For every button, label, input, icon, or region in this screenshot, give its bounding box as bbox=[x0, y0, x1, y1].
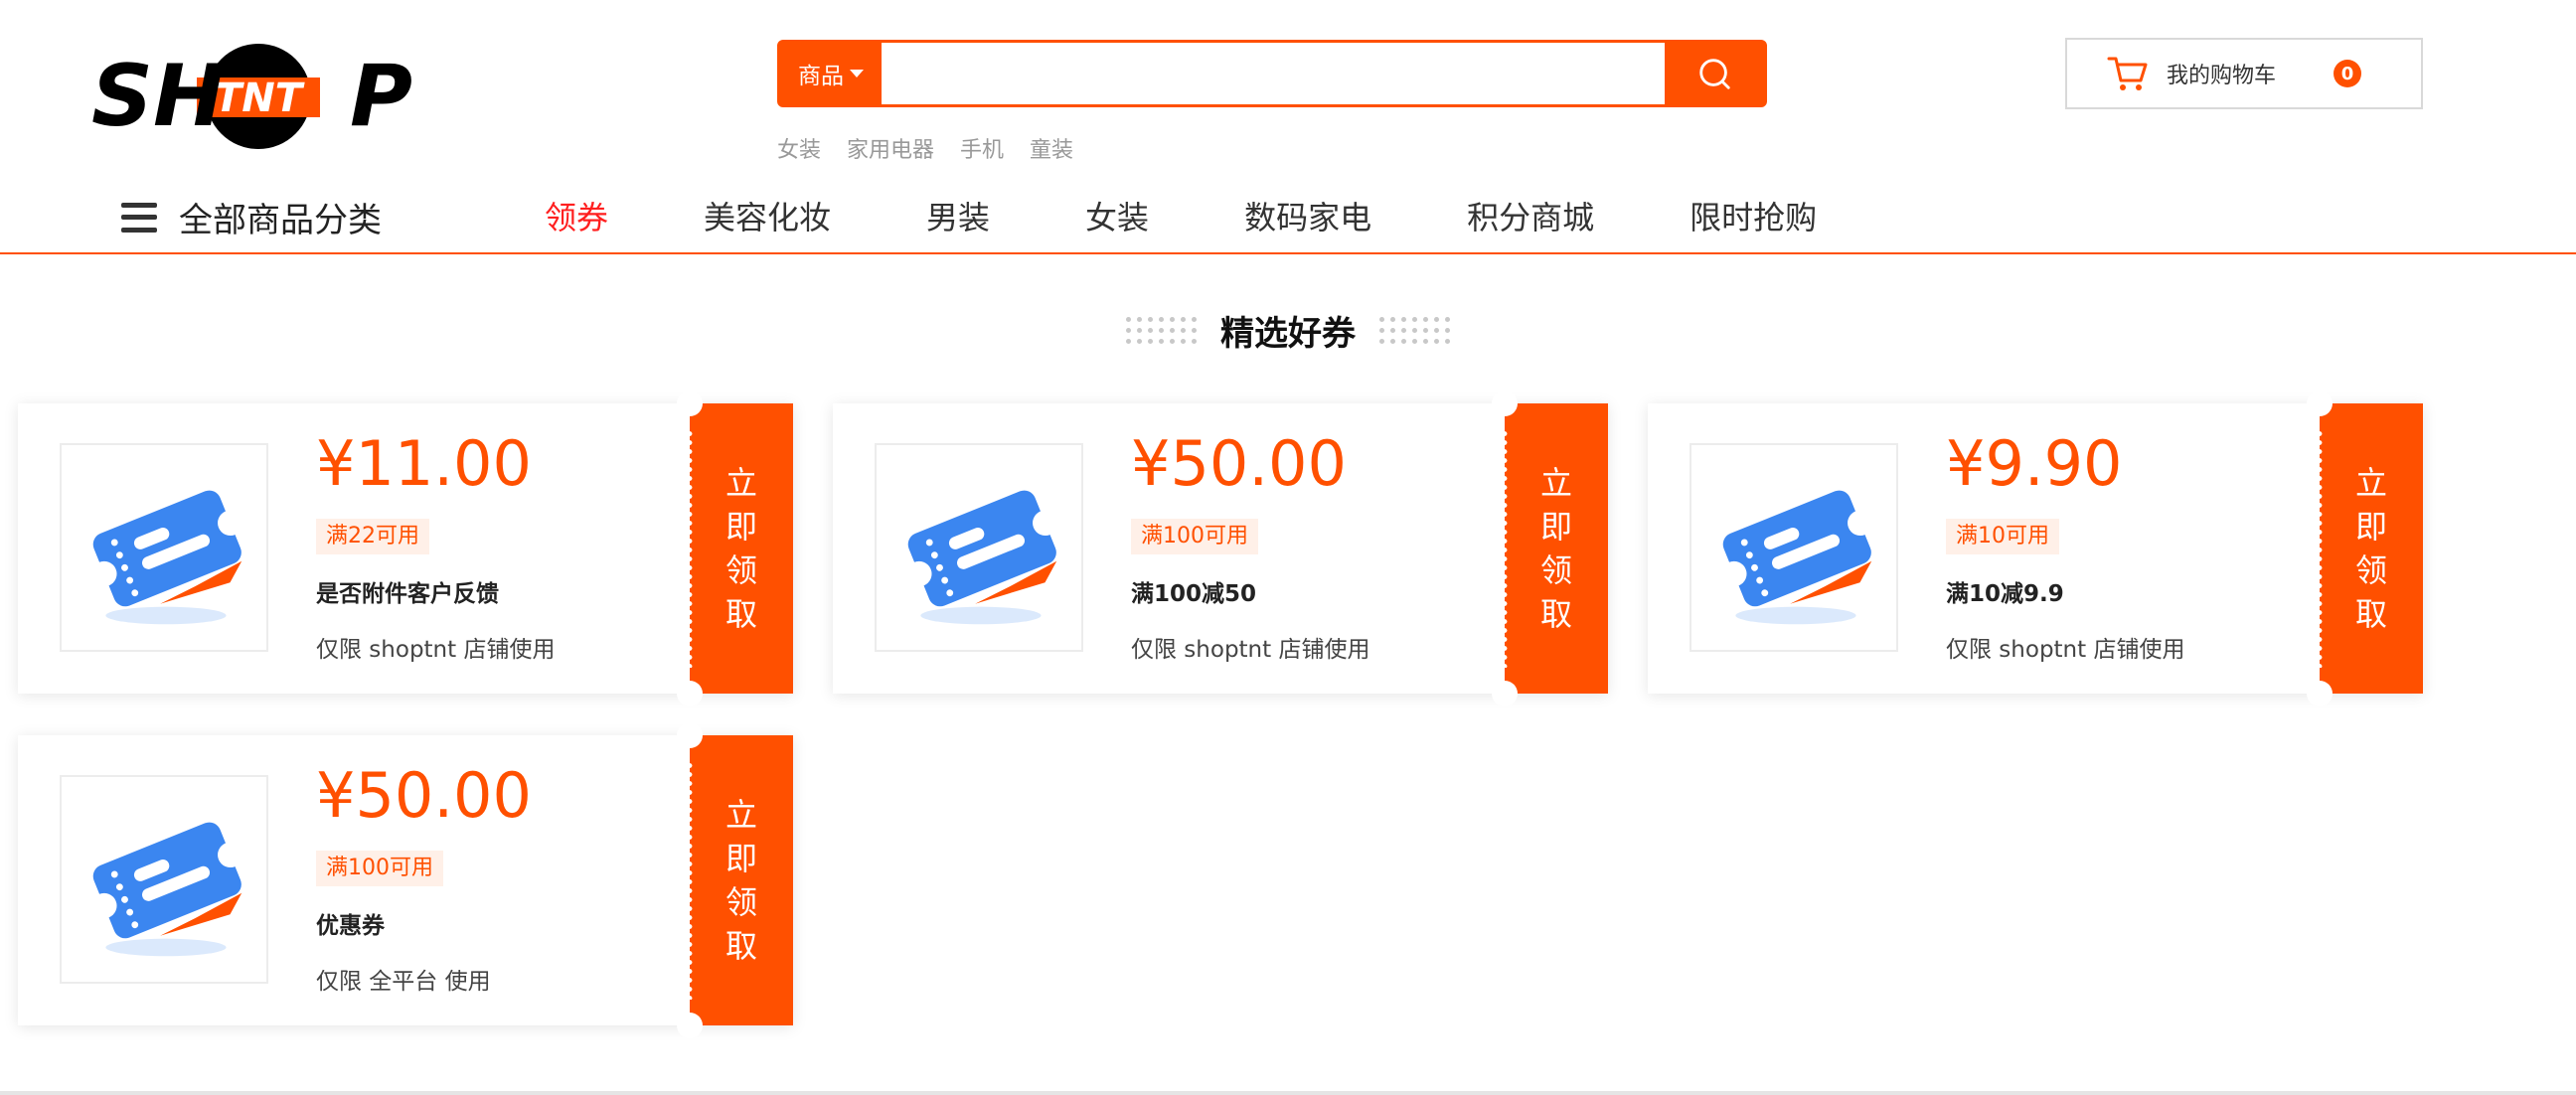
all-categories-label: 全部商品分类 bbox=[179, 201, 382, 240]
nav-link-beauty[interactable]: 美容化妆 bbox=[704, 193, 831, 238]
hot-word-link[interactable]: 手机 bbox=[960, 132, 1004, 164]
hamburger-icon bbox=[121, 202, 157, 233]
coupon-card: ¥9.90 满10可用 满10减9.9 仅限 shoptnt 店铺使用 立即领取 bbox=[1648, 391, 2423, 706]
claim-coupon-label: 立即领取 bbox=[1539, 464, 1572, 633]
coupon-condition-badge: 满100可用 bbox=[316, 851, 443, 886]
nav-link-digital[interactable]: 数码家电 bbox=[1244, 193, 1371, 238]
cart-count-badge: 0 bbox=[2334, 60, 2362, 87]
svg-text:P: P bbox=[350, 47, 412, 146]
coupon-image bbox=[60, 443, 268, 652]
claim-coupon-label: 立即领取 bbox=[2354, 464, 2387, 633]
claim-coupon-button[interactable]: 立即领取 bbox=[677, 722, 793, 1038]
coupon-name: 满10减9.9 bbox=[1946, 581, 2064, 607]
claim-coupon-button[interactable]: 立即领取 bbox=[1492, 391, 1608, 706]
claim-coupon-label: 立即领取 bbox=[724, 796, 757, 965]
coupon-amount: ¥11.00 bbox=[316, 427, 532, 500]
page-bottom-border bbox=[0, 1091, 2576, 1095]
coupon-card: ¥50.00 满100可用 满100减50 仅限 shoptnt 店铺使用 立即… bbox=[833, 391, 1608, 706]
search-category-select[interactable]: 商品 bbox=[780, 43, 882, 104]
coupon-amount: ¥50.00 bbox=[316, 759, 532, 832]
coupon-name: 是否附件客户反馈 bbox=[316, 581, 499, 607]
section-title: 精选好券 bbox=[1220, 313, 1356, 354]
search-button[interactable] bbox=[1665, 43, 1764, 104]
ticket-icon bbox=[91, 490, 243, 625]
hot-word-link[interactable]: 童装 bbox=[1030, 132, 1073, 164]
nav-link-flash-sale[interactable]: 限时抢购 bbox=[1690, 193, 1817, 238]
coupon-image bbox=[1690, 443, 1898, 652]
hot-word-link[interactable]: 家用电器 bbox=[847, 132, 934, 164]
cart-button[interactable]: 我的购物车 0 bbox=[2065, 38, 2423, 109]
coupon-condition-badge: 满100可用 bbox=[1131, 519, 1258, 554]
coupon-scope: 仅限 shoptnt 店铺使用 bbox=[316, 637, 556, 663]
all-categories-button[interactable]: 全部商品分类 bbox=[121, 193, 382, 241]
svg-text:SH: SH bbox=[91, 47, 225, 146]
coupon-amount: ¥50.00 bbox=[1131, 427, 1347, 500]
site-logo[interactable]: TNT SH P bbox=[89, 42, 427, 151]
hot-search-words: 女装 家用电器 手机 童装 bbox=[777, 132, 1073, 164]
claim-coupon-button[interactable]: 立即领取 bbox=[677, 391, 793, 706]
coupon-image bbox=[60, 775, 268, 984]
claim-coupon-label: 立即领取 bbox=[724, 464, 757, 633]
nav-link-points-mall[interactable]: 积分商城 bbox=[1467, 193, 1594, 238]
caret-down-icon bbox=[850, 70, 864, 78]
search-category-label: 商品 bbox=[798, 64, 844, 89]
ticket-icon bbox=[906, 490, 1058, 625]
coupon-amount: ¥9.90 bbox=[1946, 427, 2123, 500]
nav-link-coupons[interactable]: 领券 bbox=[545, 193, 608, 238]
nav-link-men[interactable]: 男装 bbox=[926, 193, 990, 238]
coupon-card: ¥50.00 满100可用 优惠券 仅限 全平台 使用 立即领取 bbox=[18, 722, 793, 1038]
nav-links: 领券 美容化妆 男装 女装 数码家电 积分商城 限时抢购 bbox=[545, 193, 1912, 238]
coupon-name: 满100减50 bbox=[1131, 581, 1257, 607]
coupon-condition-badge: 满22可用 bbox=[316, 519, 429, 554]
coupon-scope: 仅限 shoptnt 店铺使用 bbox=[1131, 637, 1370, 663]
cart-label: 我的购物车 bbox=[2167, 64, 2277, 88]
section-header: 精选好券 bbox=[0, 304, 2576, 356]
logo-graphic: TNT SH P bbox=[91, 44, 412, 149]
coupon-name: 优惠券 bbox=[316, 913, 385, 939]
coupon-scope: 仅限 shoptnt 店铺使用 bbox=[1946, 637, 2185, 663]
coupon-image bbox=[875, 443, 1083, 652]
search-input[interactable] bbox=[882, 43, 1665, 104]
nav-link-women[interactable]: 女装 bbox=[1085, 193, 1149, 238]
claim-coupon-button[interactable]: 立即领取 bbox=[2307, 391, 2423, 706]
coupon-card: ¥11.00 满22可用 是否附件客户反馈 仅限 shoptnt 店铺使用 立即… bbox=[18, 391, 793, 706]
cart-icon bbox=[2107, 57, 2148, 90]
coupon-condition-badge: 满10可用 bbox=[1946, 519, 2059, 554]
svg-text:TNT: TNT bbox=[215, 76, 305, 121]
search-icon bbox=[1699, 59, 1730, 89]
main-nav: 全部商品分类 领券 美容化妆 男装 女装 数码家电 积分商城 限时抢购 bbox=[0, 179, 2576, 254]
search-bar: 商品 bbox=[777, 40, 1767, 107]
hot-word-link[interactable]: 女装 bbox=[777, 132, 821, 164]
decorative-dots bbox=[1126, 316, 1197, 344]
decorative-dots bbox=[1379, 316, 1450, 344]
ticket-icon bbox=[91, 822, 243, 957]
ticket-icon bbox=[1721, 490, 1873, 625]
coupon-scope: 仅限 全平台 使用 bbox=[316, 969, 491, 995]
